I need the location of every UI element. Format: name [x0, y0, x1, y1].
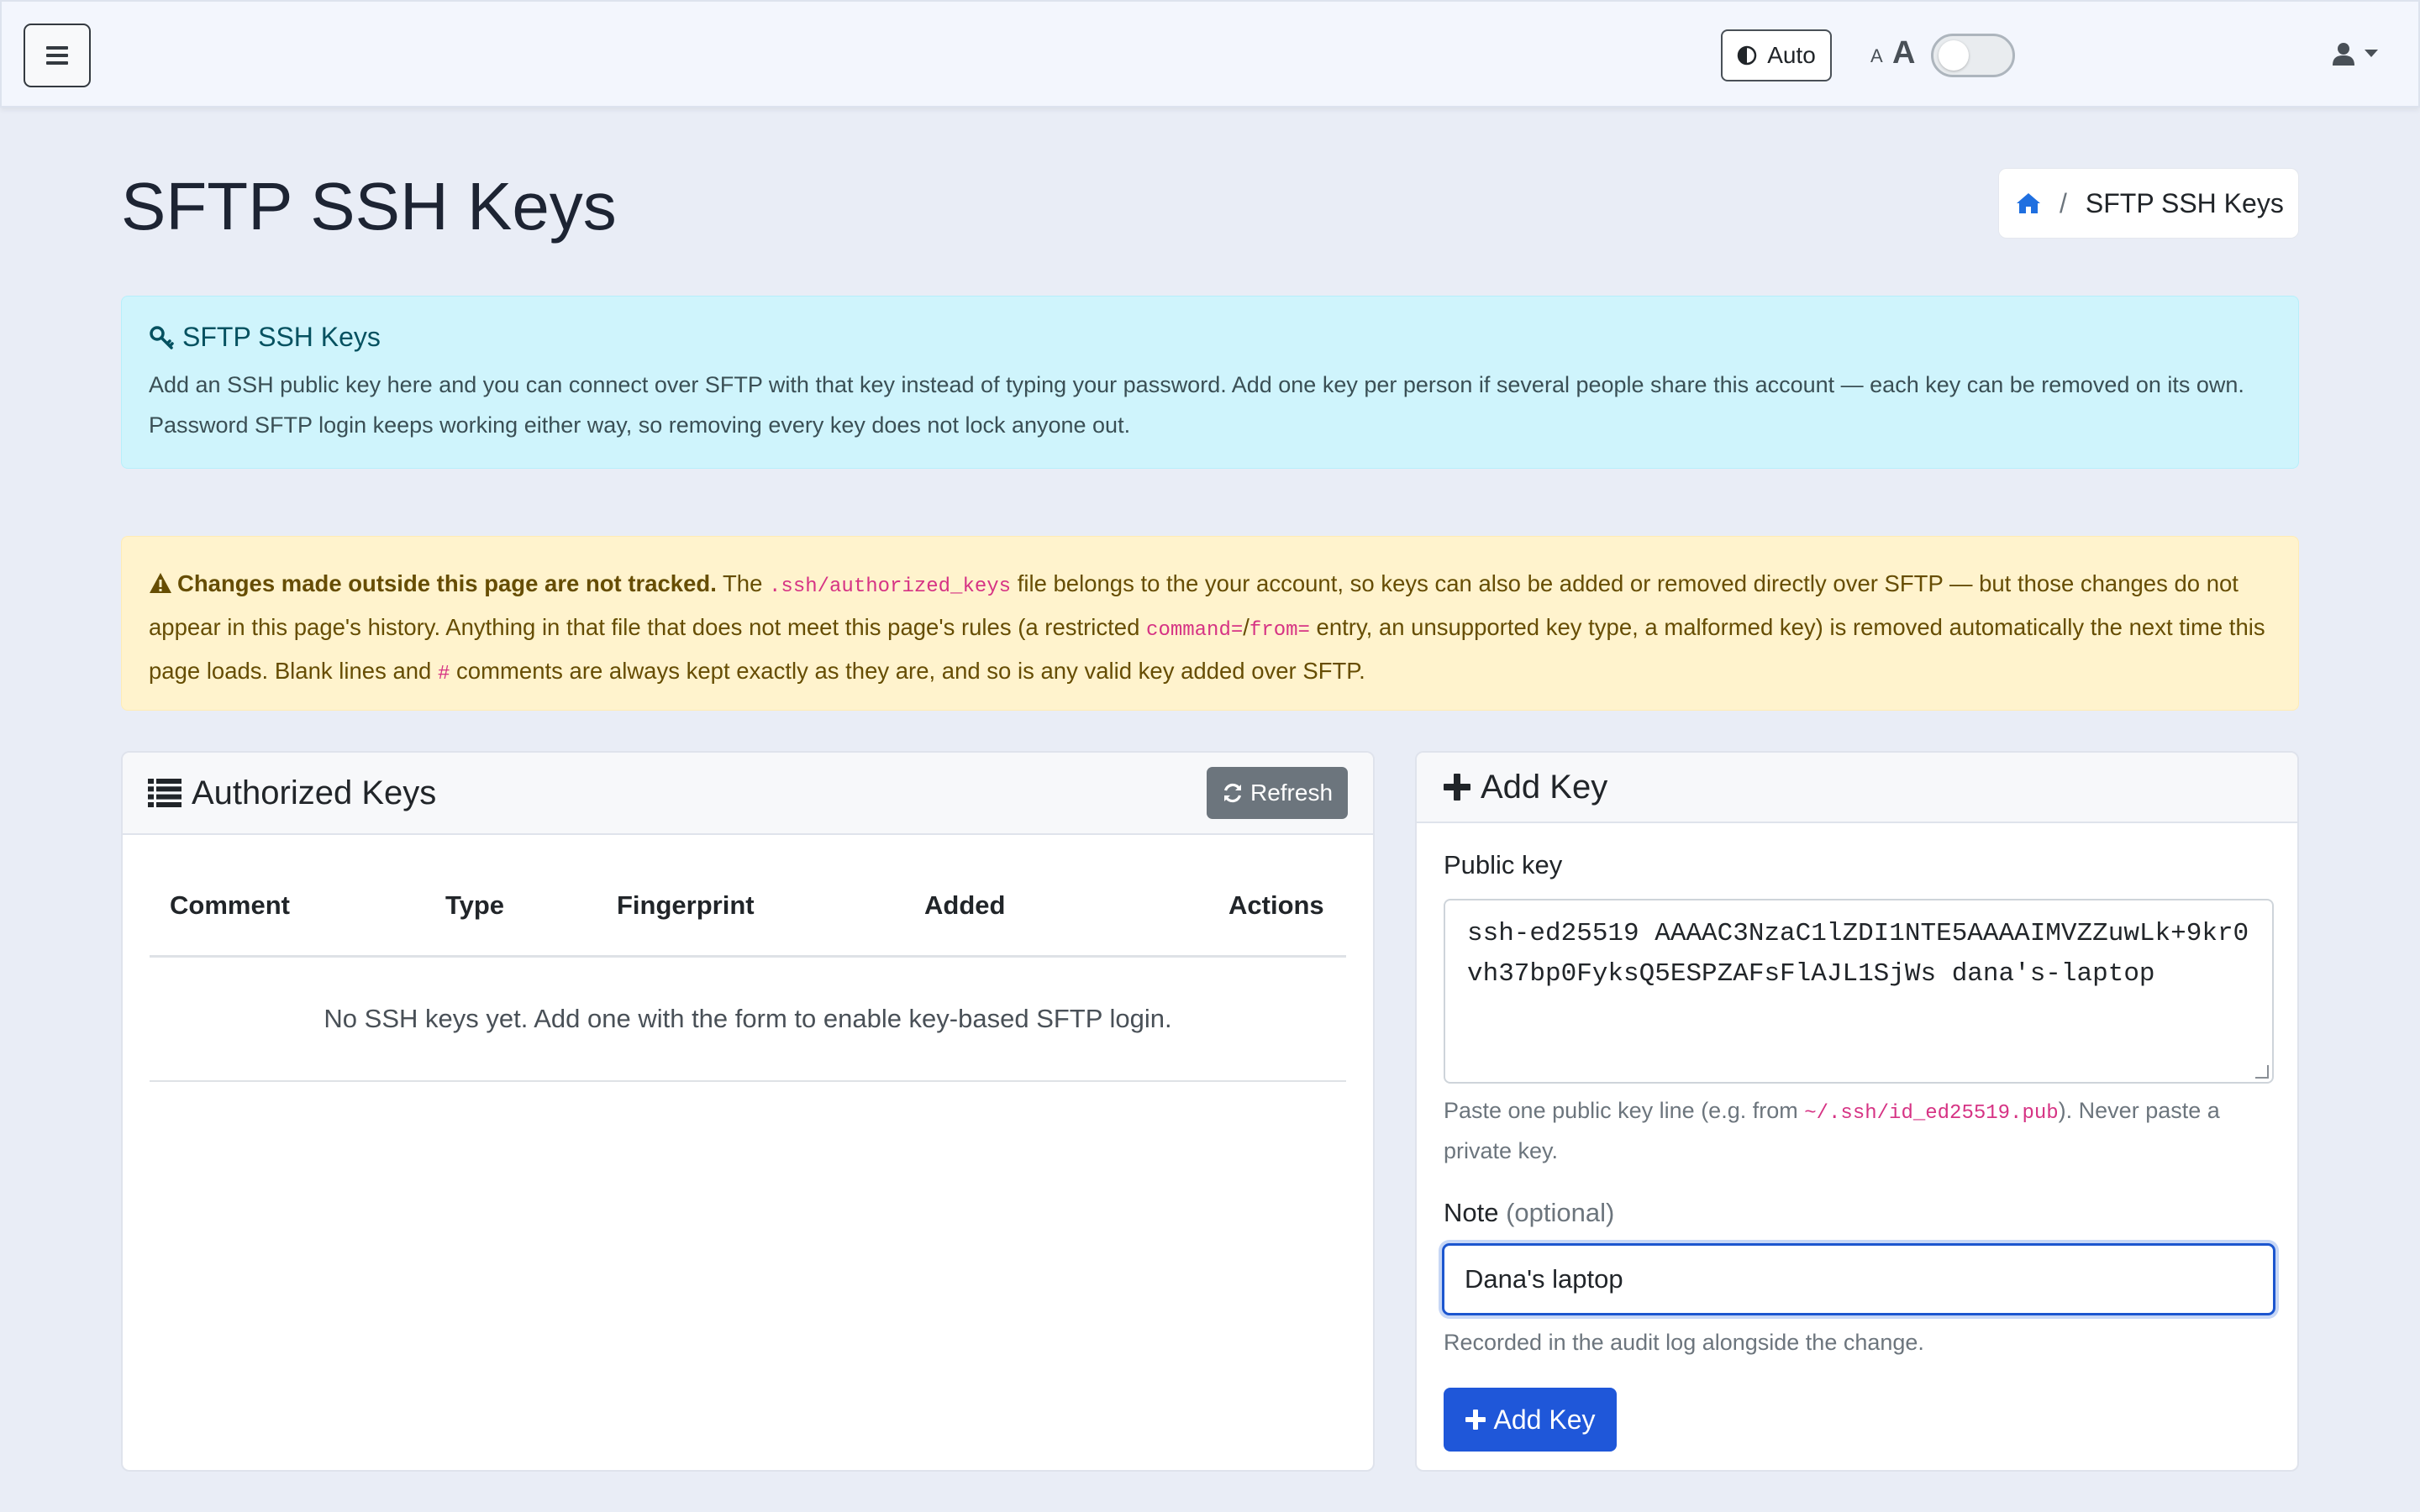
note-help: Recorded in the audit log alongside the …	[1444, 1330, 1924, 1355]
warning-text-1: The	[716, 570, 770, 596]
note-input[interactable]: Dana's laptop	[1442, 1243, 2275, 1315]
info-alert-title: SFTP SSH Keys	[182, 322, 381, 352]
add-key-button-label: Add Key	[1493, 1404, 1596, 1435]
resize-handle[interactable]	[2255, 1065, 2269, 1079]
theme-toggle-button[interactable]: Auto	[1721, 29, 1832, 81]
breadcrumb-current: SFTP SSH Keys	[2085, 187, 2284, 218]
authorized-keys-title: Authorized Keys	[192, 774, 437, 811]
public-key-textarea[interactable]: ssh-ed25519 AAAAC3NzaC1lZDI1NTE5AAAAIMVZ…	[1444, 899, 2274, 1084]
breadcrumb: / SFTP SSH Keys	[1998, 168, 2299, 239]
user-menu-button[interactable]	[2333, 37, 2391, 71]
font-size-large-label: A	[1892, 35, 1916, 71]
public-key-help: Paste one public key line (e.g. from ~/.…	[1444, 1092, 2274, 1169]
note-optional-text: (optional)	[1506, 1198, 1615, 1227]
note-label: Note (optional)	[1444, 1198, 2274, 1228]
authorized-keys-path: .ssh/authorized_keys	[769, 575, 1012, 598]
warning-icon	[149, 572, 172, 594]
warning-text-5: comments are always kept exactly as they…	[450, 658, 1365, 684]
user-icon	[2333, 42, 2354, 66]
contrast-icon	[1737, 45, 1757, 66]
add-key-form: Public key ssh-ed25519 AAAAC3NzaC1lZDI1N…	[1442, 850, 2275, 1452]
public-key-label: Public key	[1444, 850, 1563, 879]
refresh-button[interactable]: Refresh	[1207, 767, 1348, 819]
from-option: from=	[1249, 619, 1310, 642]
public-key-path: ~/.ssh/id_ed25519.pub	[1804, 1102, 2059, 1125]
column-actions: Actions	[1228, 890, 1324, 920]
column-fingerprint[interactable]: Fingerprint	[617, 890, 755, 921]
warning-alert-strong: Changes made outside this page are not t…	[177, 570, 717, 596]
plus-icon	[1444, 774, 1470, 801]
column-type[interactable]: Type	[445, 890, 504, 921]
theme-label: Auto	[1767, 42, 1816, 68]
caret-down-icon	[2365, 50, 2378, 58]
authorized-keys-card: Authorized Keys Refresh Comment Type Fin…	[121, 751, 1375, 1472]
add-key-header: Add Key	[1417, 753, 2297, 823]
command-option: command=	[1146, 619, 1244, 642]
menu-toggle-button[interactable]	[24, 24, 91, 87]
plus-icon	[1465, 1410, 1486, 1430]
key-icon	[149, 325, 174, 350]
font-size-small-label: A	[1870, 45, 1883, 66]
page-title: SFTP SSH Keys	[121, 169, 617, 244]
list-icon	[148, 779, 182, 807]
info-alert: SFTP SSH Keys Add an SSH public key here…	[121, 296, 2299, 469]
public-key-value: ssh-ed25519 AAAAC3NzaC1lZDI1NTE5AAAAIMVZ…	[1467, 919, 2249, 989]
keys-table: Comment Type Fingerprint Added Actions N…	[150, 858, 1346, 1082]
menu-icon	[46, 46, 68, 65]
warning-alert: Changes made outside this page are not t…	[121, 536, 2299, 711]
add-key-title: Add Key	[1481, 768, 1608, 806]
note-value: Dana's laptop	[1465, 1264, 1623, 1294]
add-key-card: Add Key Public key ssh-ed25519 AAAAC3Nza…	[1415, 751, 2299, 1472]
table-header-row: Comment Type Fingerprint Added Actions	[150, 858, 1346, 958]
empty-table-message: No SSH keys yet. Add one with the form t…	[150, 958, 1346, 1082]
refresh-label: Refresh	[1249, 780, 1334, 806]
info-alert-body: Add an SSH public key here and you can c…	[149, 372, 2244, 438]
add-key-button[interactable]: Add Key	[1444, 1388, 1617, 1452]
top-navbar: Auto A A	[0, 0, 2420, 108]
column-comment[interactable]: Comment	[170, 890, 290, 921]
font-size-toggle[interactable]	[1931, 34, 2015, 77]
column-added[interactable]: Added	[924, 890, 1005, 921]
toggle-knob	[1939, 40, 1969, 71]
refresh-icon	[1222, 782, 1244, 804]
breadcrumb-separator: /	[2060, 187, 2067, 218]
home-icon[interactable]	[2016, 192, 2041, 215]
comment-hash: #	[438, 663, 450, 685]
note-label-text: Note	[1444, 1198, 1499, 1227]
authorized-keys-header: Authorized Keys Refresh	[123, 753, 1373, 835]
warning-text-3: /	[1243, 614, 1249, 640]
public-key-help-text-1: Paste one public key line (e.g. from	[1444, 1098, 1805, 1123]
